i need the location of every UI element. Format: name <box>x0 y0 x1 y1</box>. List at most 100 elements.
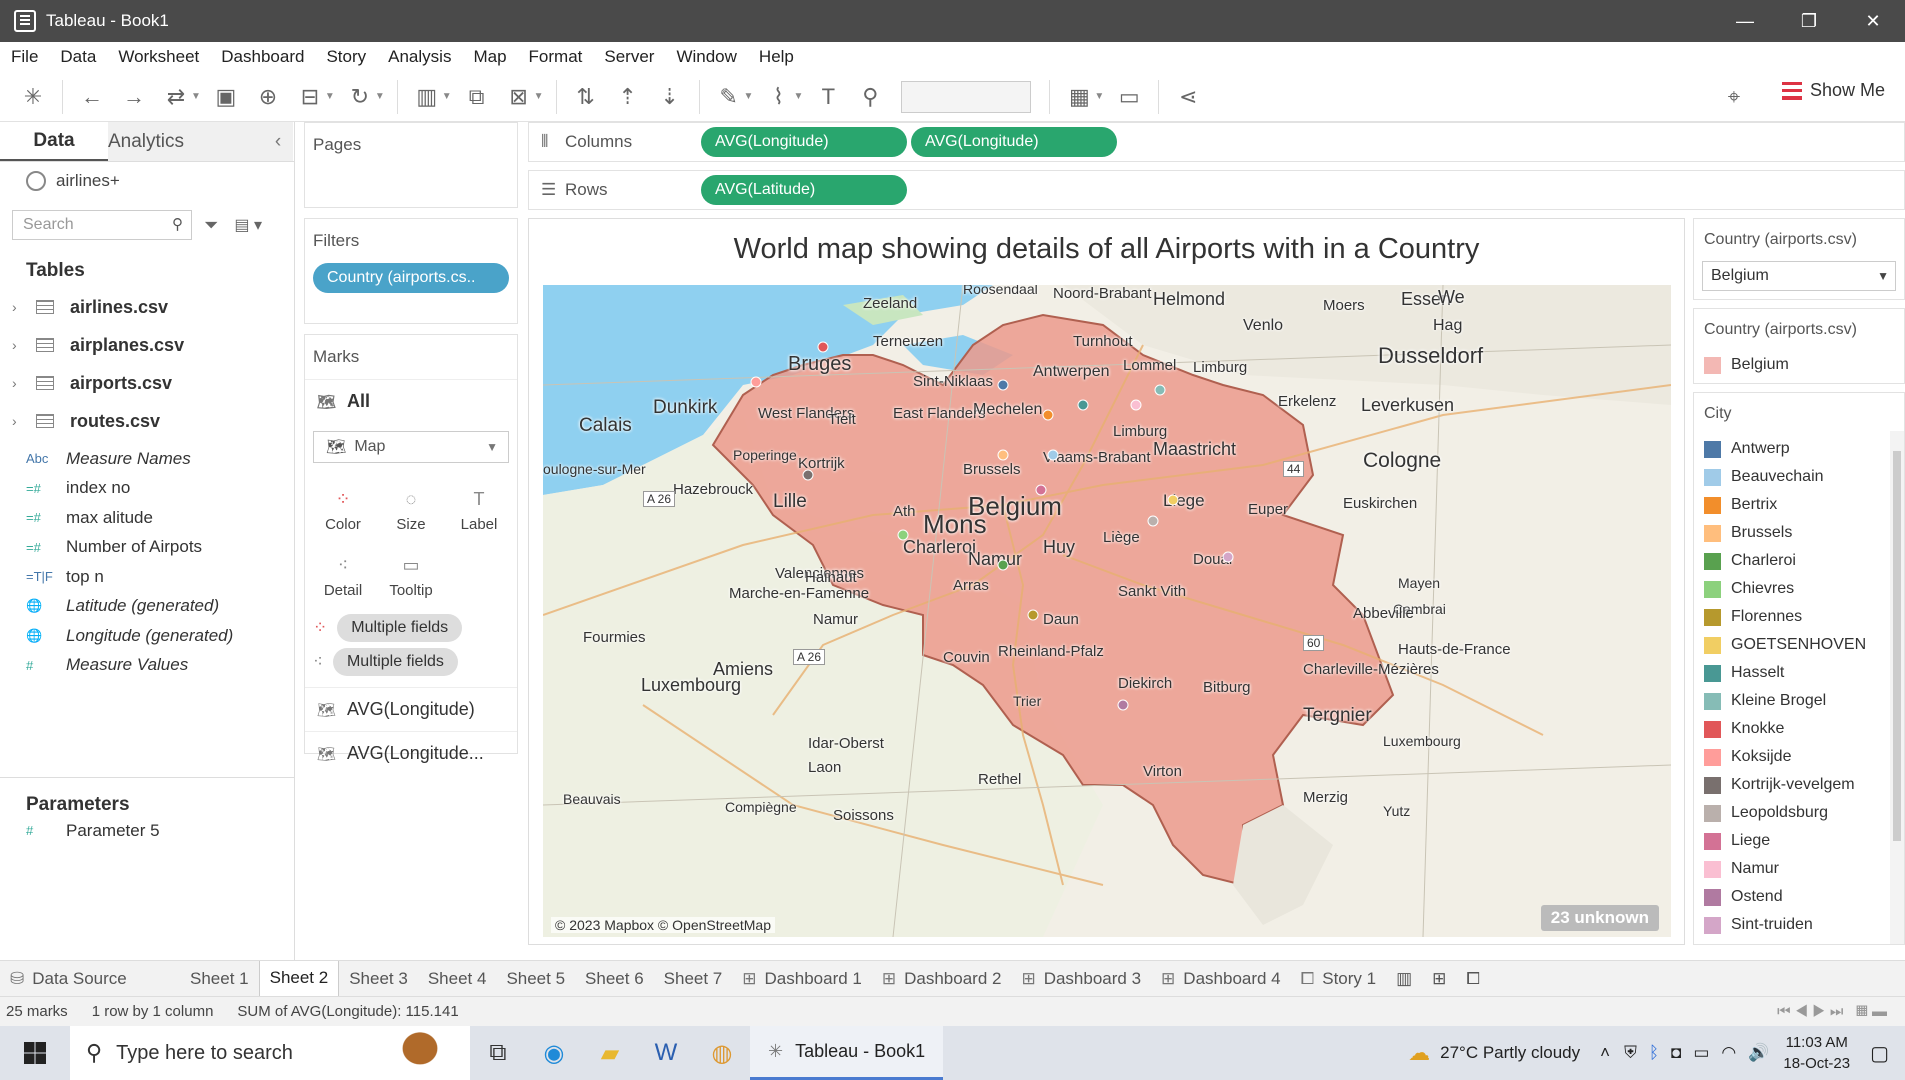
bluetooth-icon[interactable]: ᛒ <box>1649 1043 1659 1063</box>
legend-item[interactable]: Knokke <box>1694 715 1904 743</box>
meet-icon[interactable]: ◘ <box>1671 1043 1681 1063</box>
tab-dashboard[interactable]: ⊞ Dashboard 3 <box>1011 961 1151 997</box>
table-item[interactable]: › routes.csv <box>0 402 294 440</box>
color-button[interactable]: ⁘ Color <box>313 477 373 539</box>
legend-item[interactable]: Kleine Brogel <box>1694 687 1904 715</box>
column-pill[interactable]: AVG(Longitude) <box>701 127 907 157</box>
pause-updates-icon[interactable]: ⊟ <box>291 78 329 116</box>
file-explorer-icon[interactable]: ▰ <box>582 1026 638 1080</box>
tab-sheet[interactable]: Sheet 6 <box>575 961 654 997</box>
clear-sheet-icon[interactable]: ⊠ <box>500 78 538 116</box>
table-item[interactable]: › airplanes.csv <box>0 326 294 364</box>
detail-button[interactable]: ⁖ Detail <box>313 543 373 605</box>
legend-item[interactable]: Belgium <box>1694 351 1904 379</box>
legend-item[interactable]: Ostend <box>1694 883 1904 911</box>
tray-overflow-icon[interactable]: ˄ <box>1600 1043 1610 1063</box>
menu-analysis[interactable]: Analysis <box>377 47 462 67</box>
legend-item[interactable]: Beauvechain <box>1694 463 1904 491</box>
detail-field-row[interactable]: ⁖ Multiple fields <box>305 645 517 679</box>
airport-mark[interactable] <box>1027 609 1039 621</box>
refresh-icon[interactable]: ↻ <box>341 78 379 116</box>
tab-sheet[interactable]: Sheet 3 <box>339 961 418 997</box>
airport-mark[interactable] <box>1130 399 1142 411</box>
duplicate-sheet-icon[interactable]: ⧉ <box>458 78 496 116</box>
tab-dashboard[interactable]: ⊞ Dashboard 1 <box>732 961 872 997</box>
menu-data[interactable]: Data <box>49 47 107 67</box>
chevron-right-icon[interactable]: › <box>12 299 32 315</box>
volume-icon[interactable]: 🔊 <box>1748 1043 1769 1063</box>
new-story-tab-icon[interactable]: ⧠ <box>1456 961 1490 997</box>
tab-sheet[interactable]: Sheet 2 <box>258 960 340 997</box>
legend-scrollbar[interactable] <box>1890 431 1904 944</box>
minimize-button[interactable]: — <box>1713 0 1777 42</box>
tab-analytics[interactable]: Analytics ‹ <box>108 122 293 161</box>
redo-icon[interactable]: → <box>115 78 153 116</box>
map-canvas[interactable]: Zeeland Roosendaal Noord-Brabant Helmond Moe… <box>543 285 1671 937</box>
field-item[interactable]: =# max alitude <box>0 503 294 533</box>
legend-item[interactable]: Charleroi <box>1694 547 1904 575</box>
scrollbar-thumb[interactable] <box>1893 451 1901 841</box>
table-item[interactable]: › airlines.csv <box>0 288 294 326</box>
menu-story[interactable]: Story <box>315 47 377 67</box>
marks-layer[interactable]: 🗺 AVG(Longitude... <box>305 731 517 775</box>
airport-mark[interactable] <box>802 469 814 481</box>
view-options-icon[interactable]: ▤ ▾ <box>234 215 262 235</box>
new-worksheet-tab-icon[interactable]: ▥ <box>1386 961 1422 997</box>
size-button[interactable]: ◌ Size <box>381 477 441 539</box>
group-members-icon[interactable]: ⌇ <box>759 78 797 116</box>
weather-text[interactable]: 27°C Partly cloudy <box>1440 1043 1580 1063</box>
tab-data[interactable]: Data <box>0 122 108 161</box>
close-button[interactable]: ✕ <box>1841 0 1905 42</box>
menu-file[interactable]: File <box>0 47 49 67</box>
pin-icon[interactable]: ⌖ <box>1715 78 1753 116</box>
marks-layer[interactable]: 🗺 AVG(Longitude) <box>305 687 517 731</box>
new-dashboard-tab-icon[interactable]: ⊞ <box>1422 961 1456 997</box>
menu-dashboard[interactable]: Dashboard <box>210 47 315 67</box>
tooltip-button[interactable]: ▭ Tooltip <box>381 543 441 605</box>
tab-sheet[interactable]: Sheet 7 <box>654 961 733 997</box>
replay-icon[interactable]: ⇄ <box>157 78 195 116</box>
save-icon[interactable]: ▣ <box>207 78 245 116</box>
taskbar-search[interactable]: ⚲ Type here to search <box>70 1026 470 1080</box>
airport-marks[interactable] <box>543 285 1671 937</box>
sort-descending-icon[interactable]: ⇣ <box>651 78 689 116</box>
show-mark-labels-icon[interactable]: T <box>809 78 847 116</box>
menu-server[interactable]: Server <box>593 47 665 67</box>
legend-item[interactable]: Kortrijk-vevelgem <box>1694 771 1904 799</box>
airport-mark[interactable] <box>1035 484 1047 496</box>
fix-axes-icon[interactable]: ⚲ <box>851 78 889 116</box>
wifi-icon[interactable]: ◠ <box>1721 1043 1736 1063</box>
field-item[interactable]: =# index no <box>0 474 294 504</box>
pages-shelf[interactable]: Pages <box>304 122 518 208</box>
edge-icon[interactable]: ◉ <box>526 1026 582 1080</box>
tab-dashboard[interactable]: ⊞ Dashboard 4 <box>1151 961 1291 997</box>
rows-shelf[interactable]: ☰ Rows AVG(Latitude) <box>528 170 1905 210</box>
chevron-right-icon[interactable]: › <box>12 337 32 353</box>
collapse-pane-icon[interactable]: ‹ <box>263 131 293 153</box>
legend-item[interactable]: Hasselt <box>1694 659 1904 687</box>
chevron-right-icon[interactable]: › <box>12 375 32 391</box>
multiple-fields-pill[interactable]: Multiple fields <box>337 614 463 642</box>
legend-item[interactable]: GOETSENHOVEN <box>1694 631 1904 659</box>
filters-shelf[interactable]: Filters Country (airports.cs.. <box>304 218 518 324</box>
defender-icon[interactable]: ⛨ <box>1624 1043 1637 1063</box>
field-item[interactable]: 🌐 Latitude (generated) <box>0 592 294 622</box>
tab-dashboard[interactable]: ⊞ Dashboard 2 <box>872 961 1012 997</box>
notifications-icon[interactable]: ▢ <box>1870 1041 1889 1066</box>
airport-mark[interactable] <box>997 379 1009 391</box>
menu-format[interactable]: Format <box>518 47 594 67</box>
legend-item[interactable]: Chievres <box>1694 575 1904 603</box>
legend-item[interactable]: Florennes <box>1694 603 1904 631</box>
country-filter-select[interactable]: Belgium ▼ <box>1702 261 1896 291</box>
color-field-row[interactable]: ⁘ Multiple fields <box>305 611 517 645</box>
chrome-icon[interactable]: ◍ <box>694 1026 750 1080</box>
airport-mark[interactable] <box>1077 399 1089 411</box>
word-icon[interactable]: W <box>638 1026 694 1080</box>
show-cards-icon[interactable]: ▦ <box>1060 78 1098 116</box>
legend-item[interactable]: Koksijde <box>1694 743 1904 771</box>
highlight-icon[interactable]: ✎ <box>710 78 748 116</box>
mark-type-select[interactable]: 🗺 Map ▼ <box>313 431 509 463</box>
airport-mark[interactable] <box>897 529 909 541</box>
airport-mark[interactable] <box>997 449 1009 461</box>
legend-item[interactable]: Bertrix <box>1694 491 1904 519</box>
